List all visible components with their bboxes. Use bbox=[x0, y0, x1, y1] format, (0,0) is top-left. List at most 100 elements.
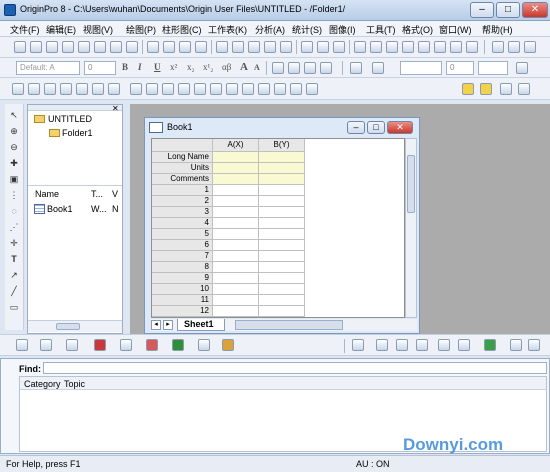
new-matrix-icon[interactable] bbox=[62, 41, 74, 53]
column-view-header[interactable]: V bbox=[112, 189, 118, 199]
open-icon[interactable] bbox=[147, 41, 159, 53]
menu-tools[interactable]: 工具(T) bbox=[366, 23, 396, 36]
center-align-icon[interactable] bbox=[288, 62, 300, 74]
label-cell[interactable] bbox=[259, 174, 305, 185]
maximize-button[interactable]: □ bbox=[496, 2, 520, 18]
toolbar-icon-8[interactable] bbox=[130, 83, 142, 95]
row-header[interactable]: 9 bbox=[152, 273, 213, 284]
row-header[interactable]: 5 bbox=[152, 229, 213, 240]
extract-icon[interactable] bbox=[416, 339, 428, 351]
workbook-minimize-button[interactable]: – bbox=[347, 121, 365, 134]
data-cell[interactable] bbox=[213, 185, 259, 196]
label-cell[interactable] bbox=[259, 163, 305, 174]
line-symbol-plot-icon[interactable] bbox=[66, 339, 78, 351]
toolbar-icon-20[interactable] bbox=[500, 83, 512, 95]
font-size-select[interactable]: 0 bbox=[84, 61, 116, 75]
arrow-tool-icon[interactable]: ↗ bbox=[8, 270, 20, 280]
toolbar-icon-23[interactable] bbox=[528, 339, 540, 351]
data-cell[interactable] bbox=[213, 273, 259, 284]
print-icon[interactable] bbox=[301, 41, 313, 53]
new-worksheet-icon[interactable] bbox=[30, 41, 42, 53]
row-header[interactable]: 10 bbox=[152, 284, 213, 295]
toolbar-icon-4[interactable] bbox=[60, 83, 72, 95]
column-topic-header[interactable]: Topic bbox=[64, 379, 85, 389]
label-cell[interactable] bbox=[213, 152, 259, 163]
toolbar-icon-9[interactable] bbox=[146, 83, 158, 95]
tab-next-icon[interactable]: ▸ bbox=[163, 320, 173, 330]
screen-reader-icon[interactable]: ✚ bbox=[8, 158, 20, 168]
supsub-button[interactable]: x¹₂ bbox=[203, 62, 213, 72]
row-header[interactable]: 4 bbox=[152, 218, 213, 229]
right-align-icon[interactable] bbox=[304, 62, 316, 74]
toolbar-icon-19[interactable] bbox=[306, 83, 318, 95]
pattern-select[interactable] bbox=[478, 61, 508, 75]
toolbar-icon-21[interactable] bbox=[518, 83, 530, 95]
text-tool-icon[interactable]: T bbox=[8, 254, 20, 264]
marker-icon[interactable] bbox=[516, 62, 528, 74]
data-cell[interactable] bbox=[259, 218, 305, 229]
label-row-header[interactable]: Comments bbox=[152, 174, 213, 185]
scroll-thumb[interactable] bbox=[407, 155, 415, 213]
graph-link-icon[interactable] bbox=[484, 339, 496, 351]
arrange-icon[interactable] bbox=[376, 339, 388, 351]
font-color-icon[interactable] bbox=[320, 62, 332, 74]
row-header[interactable]: 2 bbox=[152, 196, 213, 207]
data-cell[interactable] bbox=[259, 207, 305, 218]
toolbar-icon-7[interactable] bbox=[108, 83, 120, 95]
draw-data-icon[interactable]: ⋰ bbox=[8, 222, 20, 232]
label-row-header[interactable]: Units bbox=[152, 163, 213, 174]
message-log-icon[interactable] bbox=[418, 41, 430, 53]
column-category-header[interactable]: Category bbox=[24, 379, 61, 389]
area-plot-icon[interactable] bbox=[172, 339, 184, 351]
script-window-icon[interactable] bbox=[434, 41, 446, 53]
zoom-in-icon[interactable]: ⊕ bbox=[8, 126, 20, 136]
data-cell[interactable] bbox=[213, 262, 259, 273]
data-cell[interactable] bbox=[213, 196, 259, 207]
greek-button[interactable]: αβ bbox=[222, 62, 231, 72]
minimize-button[interactable]: – bbox=[470, 2, 494, 18]
merge-icon[interactable] bbox=[396, 339, 408, 351]
new-layout-icon[interactable] bbox=[94, 41, 106, 53]
data-selector-icon[interactable]: ⋮ bbox=[8, 190, 20, 200]
open-excel-icon[interactable] bbox=[179, 41, 191, 53]
scatter-plot-icon[interactable] bbox=[40, 339, 52, 351]
close-icon[interactable]: ✕ bbox=[112, 104, 119, 113]
row-header[interactable]: 11 bbox=[152, 295, 213, 306]
font-select[interactable]: Default: A bbox=[16, 61, 80, 75]
fill-color-icon[interactable] bbox=[372, 62, 384, 74]
root-folder-label[interactable]: UNTITLED bbox=[48, 114, 92, 124]
toolbar-icon-3[interactable] bbox=[44, 83, 56, 95]
data-cell[interactable] bbox=[259, 240, 305, 251]
data-cell[interactable] bbox=[213, 240, 259, 251]
cut-icon[interactable] bbox=[492, 41, 504, 53]
toolbar-icon-1[interactable] bbox=[12, 83, 24, 95]
add-layer-icon[interactable] bbox=[458, 339, 470, 351]
line-plot-icon[interactable] bbox=[16, 339, 28, 351]
toolbar-icon-15[interactable] bbox=[242, 83, 254, 95]
workbook-maximize-button[interactable]: □ bbox=[367, 121, 385, 134]
workbook-close-button[interactable]: ✕ bbox=[387, 121, 413, 134]
data-cell[interactable] bbox=[213, 207, 259, 218]
line-tool-icon[interactable]: ╱ bbox=[8, 286, 20, 296]
new-project-icon[interactable] bbox=[14, 41, 26, 53]
left-align-icon[interactable] bbox=[272, 62, 284, 74]
line-color-icon[interactable] bbox=[350, 62, 362, 74]
refresh-icon[interactable] bbox=[317, 41, 329, 53]
pointer-icon[interactable]: ↖ bbox=[8, 110, 20, 120]
bold-button[interactable]: B bbox=[122, 62, 128, 72]
row-header[interactable]: 1 bbox=[152, 185, 213, 196]
increase-font-button[interactable]: A bbox=[240, 61, 248, 73]
superscript-button[interactable]: x² bbox=[170, 62, 177, 72]
subscript-button[interactable]: x₂ bbox=[187, 62, 195, 72]
worksheet-vscrollbar[interactable] bbox=[405, 138, 417, 318]
project-explorer-icon[interactable] bbox=[354, 41, 366, 53]
row-header[interactable]: 12 bbox=[152, 306, 213, 317]
column-header-a[interactable]: A(X) bbox=[213, 139, 259, 152]
menu-window[interactable]: 窗口(W) bbox=[439, 23, 472, 36]
menu-worksheet[interactable]: 工作表(K) bbox=[208, 23, 247, 36]
mask-points-icon[interactable]: ✛ bbox=[8, 238, 20, 248]
new-excel-icon[interactable] bbox=[126, 41, 138, 53]
label-cell[interactable] bbox=[213, 174, 259, 185]
data-cell[interactable] bbox=[213, 306, 259, 317]
toolbar-icon-6[interactable] bbox=[92, 83, 104, 95]
